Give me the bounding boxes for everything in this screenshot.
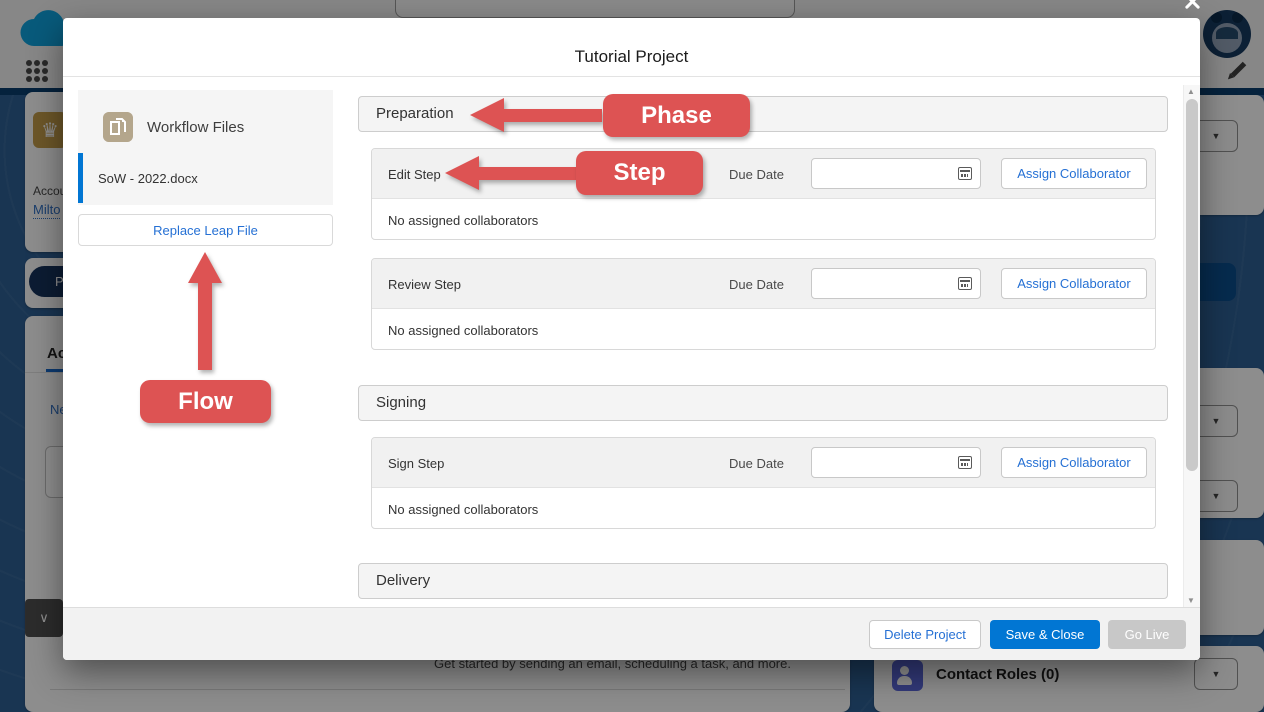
assign-collaborator-button[interactable]: Assign Collaborator xyxy=(1001,447,1147,478)
due-date-input[interactable] xyxy=(811,158,981,189)
step-header: Sign Step Due Date Assign Collaborator xyxy=(372,438,1155,488)
due-date-field[interactable] xyxy=(811,447,981,478)
step-name: Review Step xyxy=(388,277,461,292)
no-collaborators-text: No assigned collaborators xyxy=(388,502,538,517)
due-date-input[interactable] xyxy=(811,268,981,299)
modal-header: Tutorial Project xyxy=(63,18,1200,77)
scroll-up-icon[interactable]: ▲ xyxy=(1187,87,1195,96)
annotation-arrow-phase xyxy=(470,98,603,133)
step-header: Review Step Due Date Assign Collaborator xyxy=(372,259,1155,309)
assign-collaborator-button[interactable]: Assign Collaborator xyxy=(1001,268,1147,299)
workflow-file-item[interactable]: SoW - 2022.docx xyxy=(78,153,333,203)
step-name: Sign Step xyxy=(388,456,444,471)
save-close-button[interactable]: Save & Close xyxy=(990,620,1100,649)
calendar-icon[interactable] xyxy=(958,167,972,180)
phase-header-delivery: Delivery xyxy=(358,563,1168,599)
modal-footer: Delete Project Save & Close Go Live xyxy=(63,607,1200,660)
annotation-arrow-flow xyxy=(188,252,222,370)
file-icon xyxy=(103,112,133,142)
file-name: SoW - 2022.docx xyxy=(98,171,198,186)
calendar-icon[interactable] xyxy=(958,456,972,469)
due-date-field[interactable] xyxy=(811,158,981,189)
phase-header-signing: Signing xyxy=(358,385,1168,421)
annotation-arrow-step xyxy=(445,156,576,191)
workflow-files-panel: Workflow Files SoW - 2022.docx xyxy=(78,90,333,205)
due-date-label: Due Date xyxy=(729,277,784,292)
due-date-label: Due Date xyxy=(729,456,784,471)
workflow-files-title: Workflow Files xyxy=(147,119,244,136)
no-collaborators-text: No assigned collaborators xyxy=(388,323,538,338)
go-live-button[interactable]: Go Live xyxy=(1108,620,1186,649)
step-name: Edit Step xyxy=(388,167,441,182)
annotation-label-flow: Flow xyxy=(140,380,271,423)
assign-collaborator-button[interactable]: Assign Collaborator xyxy=(1001,158,1147,189)
calendar-icon[interactable] xyxy=(958,277,972,290)
no-collaborators-text: No assigned collaborators xyxy=(388,213,538,228)
modal-title: Tutorial Project xyxy=(575,47,689,67)
delete-project-button[interactable]: Delete Project xyxy=(869,620,981,649)
annotation-label-phase: Phase xyxy=(603,94,750,137)
due-date-field[interactable] xyxy=(811,268,981,299)
screen: ♛ Accou Milto P Act Ne ∨ Get started by … xyxy=(0,0,1264,712)
modal-scrollbar[interactable]: ▲ ▼ xyxy=(1183,85,1200,607)
selected-file-indicator xyxy=(78,153,83,203)
due-date-label: Due Date xyxy=(729,167,784,182)
replace-leap-file-button[interactable]: Replace Leap File xyxy=(78,214,333,246)
close-icon[interactable] xyxy=(1180,0,1204,13)
annotation-label-step: Step xyxy=(576,151,703,195)
scroll-down-icon[interactable]: ▼ xyxy=(1187,596,1195,605)
due-date-input[interactable] xyxy=(811,447,981,478)
step-card-review: Review Step Due Date Assign Collaborator… xyxy=(371,258,1156,350)
scrollbar-thumb[interactable] xyxy=(1186,99,1198,471)
step-card-sign: Sign Step Due Date Assign Collaborator N… xyxy=(371,437,1156,529)
